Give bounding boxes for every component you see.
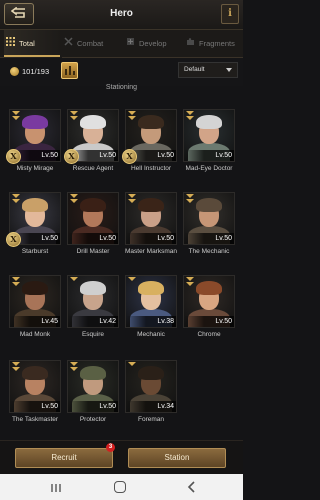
hero-level: Lv.50	[184, 233, 234, 244]
rank-chevron-icon	[128, 362, 136, 367]
rank-chevron-icon	[128, 194, 136, 204]
tab-develop[interactable]: Develop	[126, 30, 184, 58]
sort-button[interactable]	[61, 62, 78, 79]
nav-back-icon[interactable]	[186, 481, 198, 493]
chevron-down-icon	[226, 68, 232, 72]
hero-level: Lv.45	[10, 316, 60, 327]
rank-chevron-icon	[70, 277, 78, 282]
tab-combat[interactable]: Combat	[64, 30, 122, 58]
hero-card[interactable]: Lv.50 X	[6, 192, 61, 247]
info-button[interactable]: i	[221, 4, 239, 24]
rank-chevron-icon	[12, 277, 20, 287]
hero-name: The Mechanic	[188, 248, 230, 255]
hero-name: Esquire	[81, 331, 105, 338]
rank-chevron-icon	[12, 362, 20, 372]
recruit-notification-badge: 3	[106, 443, 115, 452]
hero-card[interactable]: Lv.42	[67, 275, 119, 328]
hero-name: Chrome	[197, 331, 221, 338]
recent-apps-icon[interactable]	[50, 482, 62, 494]
hero-level: Lv.50	[68, 401, 118, 412]
hero-level: Lv.50	[184, 150, 234, 161]
hero-name: Master Marksman	[124, 248, 177, 255]
x-rank-badge-icon: X	[64, 149, 79, 164]
hero-level: Lv.42	[68, 316, 118, 327]
page-title: Hero	[110, 8, 133, 19]
sort-dropdown-value: Default	[184, 66, 205, 73]
hero-card[interactable]: Lv.50 X	[122, 109, 177, 164]
hero-name: The Taskmaster	[11, 416, 59, 423]
hero-card[interactable]: Lv.50	[67, 360, 119, 413]
x-rank-badge-icon: X	[122, 149, 137, 164]
hero-level: Lv.34	[126, 401, 176, 412]
tab-total-label: Total	[19, 39, 35, 48]
hero-card[interactable]: Lv.50 X	[64, 109, 119, 164]
combat-icon	[64, 30, 73, 58]
rank-chevron-icon	[128, 277, 136, 282]
hero-level: Lv.50	[184, 316, 234, 327]
x-rank-badge-icon: X	[6, 232, 21, 247]
rank-chevron-icon	[12, 194, 20, 204]
hero-name: Mechanic	[137, 331, 165, 338]
hero-name: Rescue Agent	[72, 165, 114, 172]
tab-fragments[interactable]: Fragments	[186, 30, 246, 58]
hero-name: Drill Master	[76, 248, 110, 255]
tab-bar: Total Combat Develop Fragments	[0, 30, 243, 58]
hero-card[interactable]: Lv.50	[183, 109, 235, 162]
hero-level: Lv.38	[126, 316, 176, 327]
rank-chevron-icon	[70, 194, 78, 204]
active-tab-indicator	[4, 55, 60, 57]
hero-level: Lv.50	[10, 401, 60, 412]
hero-card[interactable]: Lv.50	[183, 275, 235, 328]
rank-chevron-icon	[186, 111, 194, 121]
hero-level: Lv.50	[68, 233, 118, 244]
hero-name: Starburst	[21, 248, 49, 255]
puzzle-icon	[186, 30, 195, 58]
hero-name: Hell Instructor	[130, 165, 172, 172]
rank-chevron-icon	[70, 362, 78, 372]
tab-total[interactable]: Total	[4, 30, 62, 58]
hero-name: Foreman	[137, 416, 164, 423]
rank-chevron-icon	[12, 111, 20, 121]
home-icon[interactable]	[114, 481, 126, 493]
hero-card[interactable]: Lv.50	[183, 192, 235, 245]
station-button[interactable]: Station	[128, 448, 226, 468]
hero-card[interactable]: Lv.50 X	[6, 109, 61, 164]
hero-count-icon	[10, 67, 19, 76]
sort-dropdown[interactable]: Default	[178, 62, 238, 78]
hero-level: Lv.50	[126, 233, 176, 244]
rank-chevron-icon	[186, 194, 194, 204]
recruit-button[interactable]: Recruit	[15, 448, 113, 468]
x-rank-badge-icon: X	[6, 149, 21, 164]
rank-chevron-icon	[128, 111, 136, 121]
hero-name: Misty Mirage	[16, 165, 54, 172]
tab-develop-label: Develop	[139, 39, 167, 48]
rank-chevron-icon	[186, 277, 194, 287]
hero-card[interactable]: Lv.50	[125, 192, 177, 245]
hero-card[interactable]: Lv.34	[125, 360, 177, 413]
hero-card[interactable]: Lv.50	[67, 192, 119, 245]
develop-icon	[126, 30, 135, 58]
hero-card[interactable]: Lv.45	[9, 275, 61, 328]
hero-card[interactable]: Lv.38	[125, 275, 177, 328]
hero-name: Mad Monk	[19, 331, 51, 338]
tab-fragments-label: Fragments	[199, 39, 235, 48]
hero-card[interactable]: Lv.50	[9, 360, 61, 413]
system-nav-bar	[0, 474, 243, 500]
tab-combat-label: Combat	[77, 39, 104, 48]
hero-count: 101/193	[22, 67, 50, 76]
hero-name: Mad-Eye Doctor	[185, 165, 233, 172]
rank-chevron-icon	[70, 111, 78, 121]
hero-name: Protector	[79, 416, 107, 423]
top-bar: Hero i	[0, 0, 243, 30]
grid-icon	[6, 30, 15, 58]
section-title: Stationing	[105, 84, 138, 91]
